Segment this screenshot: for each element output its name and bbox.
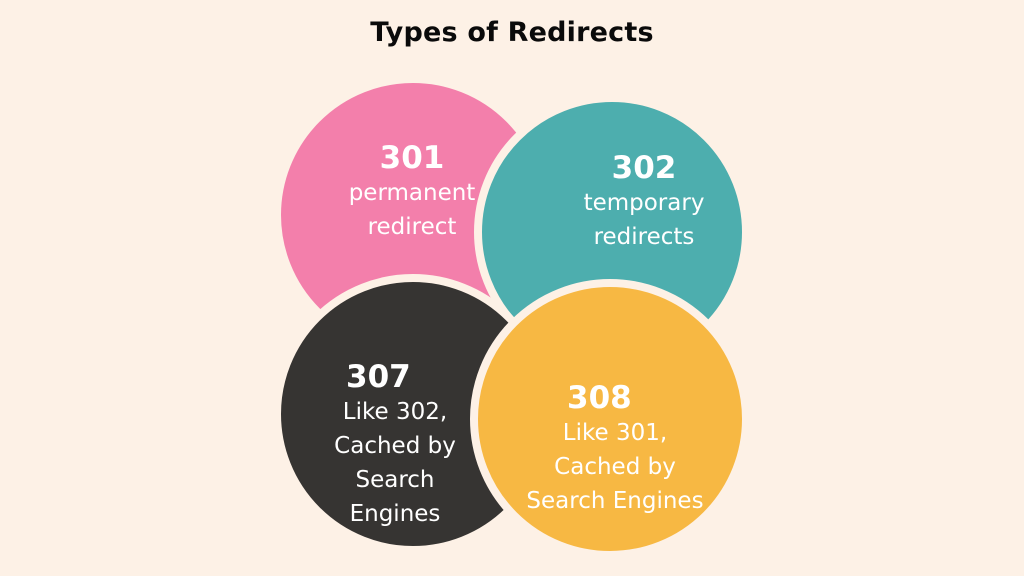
- description-307-line: Like 302,: [342, 399, 448, 425]
- code-308: 308: [567, 380, 632, 416]
- code-302: 302: [611, 150, 677, 186]
- redirect-venn-diagram: [273, 75, 750, 559]
- description-308-line: Search Engines: [526, 488, 704, 514]
- label-302: 302 temporary redirects: [544, 150, 744, 254]
- description-301-line: permanent: [348, 180, 476, 206]
- label-301: 301 permanent redirect: [312, 140, 512, 244]
- description-301: permanent redirect: [312, 176, 512, 244]
- description-302-line: temporary: [583, 190, 705, 216]
- description-302: temporary redirects: [544, 186, 744, 254]
- description-307-line: Engines: [349, 501, 441, 527]
- code-307: 307: [346, 359, 411, 395]
- description-302-line: redirects: [593, 224, 695, 250]
- label-308: 308 Like 301, Cached by Search Engines: [515, 380, 715, 518]
- description-308-line: Like 301,: [562, 420, 668, 446]
- description-307-line: Cached by: [334, 433, 456, 459]
- description-307: Like 302, Cached by Search Engines: [310, 395, 480, 531]
- description-308-line: Cached by: [554, 454, 676, 480]
- description-301-line: redirect: [367, 214, 457, 240]
- code-301: 301: [379, 140, 445, 176]
- description-308: Like 301, Cached by Search Engines: [515, 416, 715, 518]
- label-307: 307 Like 302, Cached by Search Engines: [310, 359, 480, 531]
- description-307-line: Search: [355, 467, 435, 493]
